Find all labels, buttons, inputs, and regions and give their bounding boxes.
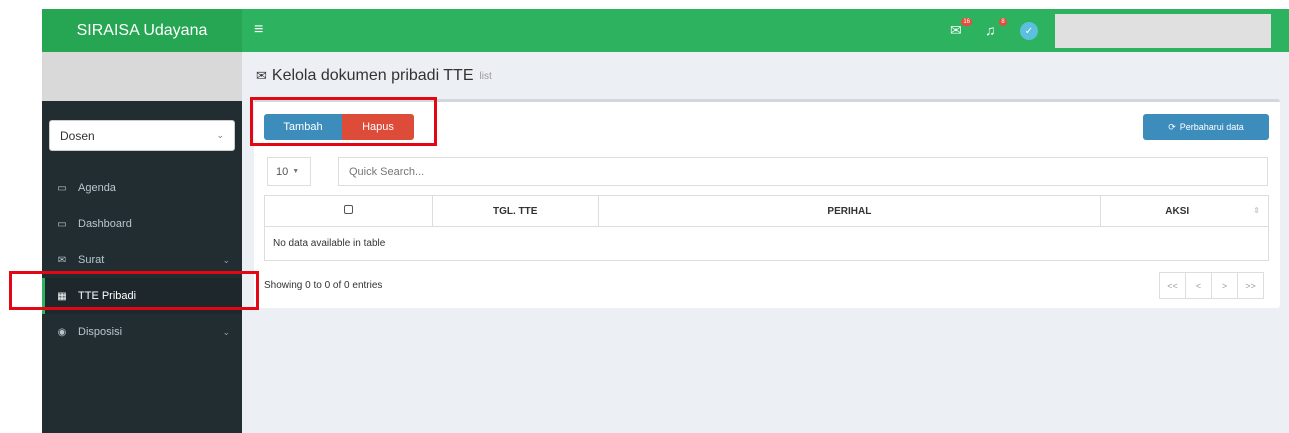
column-header-aksi-label: AKSI	[1165, 205, 1190, 217]
envelope-icon: ✉	[256, 68, 267, 83]
app-logo[interactable]: SIRAISA Udayana	[42, 9, 242, 52]
role-select-value: Dosen	[60, 128, 95, 143]
bell-icon[interactable]: ♫ 8	[985, 18, 1007, 40]
sidebar-item-dashboard[interactable]: ▭ Dashboard	[42, 206, 242, 242]
refresh-icon: ⟳	[1168, 121, 1176, 132]
select-all-checkbox[interactable]	[343, 205, 353, 214]
next-page-button[interactable]: >	[1211, 272, 1238, 299]
highlight-box-tte-pribadi	[9, 271, 259, 310]
user-panel-redacted	[42, 52, 242, 101]
page-length-select[interactable]: 10 ▼	[267, 157, 311, 186]
calendar-icon: ▭	[57, 182, 67, 194]
pagination: << < > >>	[1159, 272, 1264, 299]
page-title: ✉ Kelola dokumen pribadi TTE list	[256, 67, 492, 85]
eye-icon: ◉	[57, 326, 67, 338]
user-name-redacted[interactable]	[1055, 14, 1271, 48]
last-page-button[interactable]: >>	[1237, 272, 1264, 299]
quick-search-input[interactable]	[338, 157, 1268, 186]
mail-icon[interactable]: ✉ 16	[950, 18, 972, 40]
envelope-icon: ✉	[57, 254, 67, 266]
sidebar-item-label: Surat	[78, 254, 105, 266]
bell-badge: 8	[999, 18, 1007, 26]
chevron-down-icon: ⌄	[216, 130, 224, 140]
documents-table: TGL. TTE PERIHAL AKSI ⇕ No data available…	[264, 195, 1269, 261]
sort-icon[interactable]: ⇕	[1253, 206, 1260, 215]
refresh-button[interactable]: ⟳ Perbaharui data	[1143, 114, 1269, 140]
page-length-value: 10	[276, 165, 289, 178]
sidebar-item-label: Disposisi	[78, 326, 123, 338]
sidebar: Dosen ⌄ ▭ Agenda ▭ Dashboard ✉ Surat ⌄ ▦ TTE Pri…	[42, 52, 242, 433]
sidebar-item-label: Agenda	[78, 182, 116, 194]
select-all-header[interactable]	[264, 195, 433, 227]
column-header-perihal[interactable]: PERIHAL	[597, 195, 1102, 227]
caret-down-icon: ▼	[292, 168, 300, 175]
previous-page-button[interactable]: <	[1185, 272, 1212, 299]
top-navbar: ≡ ✉ 16 ♫ 8 ✓	[242, 9, 1289, 52]
column-header-tgl-tte[interactable]: TGL. TTE	[431, 195, 599, 227]
mail-badge: 16	[961, 18, 972, 26]
hamburger-menu-icon[interactable]: ≡	[254, 22, 263, 38]
column-header-aksi[interactable]: AKSI ⇕	[1100, 195, 1269, 227]
chevron-down-icon: ⌄	[222, 254, 230, 265]
page-subtitle: list	[479, 70, 492, 82]
first-page-button[interactable]: <<	[1159, 272, 1186, 299]
page-title-text: Kelola dokumen pribadi TTE	[271, 67, 474, 84]
app-window: SIRAISA Udayana ≡ ✉ 16 ♫ 8 ✓ Dosen ⌄ ▭ Agen…	[42, 9, 1289, 433]
role-select[interactable]: Dosen ⌄	[49, 120, 235, 151]
table-row: No data available in table	[264, 226, 1269, 261]
table-header-row: TGL. TTE PERIHAL AKSI ⇕	[264, 195, 1269, 227]
chevron-down-icon: ⌄	[222, 326, 230, 337]
sidebar-item-agenda[interactable]: ▭ Agenda	[42, 170, 242, 206]
sidebar-item-disposisi[interactable]: ◉ Disposisi ⌄	[42, 314, 242, 350]
empty-table-message: No data available in table	[264, 226, 1269, 261]
monitor-icon: ▭	[57, 218, 67, 230]
user-avatar[interactable]: ✓	[1020, 22, 1038, 40]
sidebar-item-label: Dashboard	[78, 218, 132, 230]
refresh-button-label: Perbaharui data	[1179, 122, 1244, 132]
highlight-box-action-buttons	[250, 97, 437, 146]
table-info: Showing 0 to 0 of 0 entries	[264, 280, 383, 291]
